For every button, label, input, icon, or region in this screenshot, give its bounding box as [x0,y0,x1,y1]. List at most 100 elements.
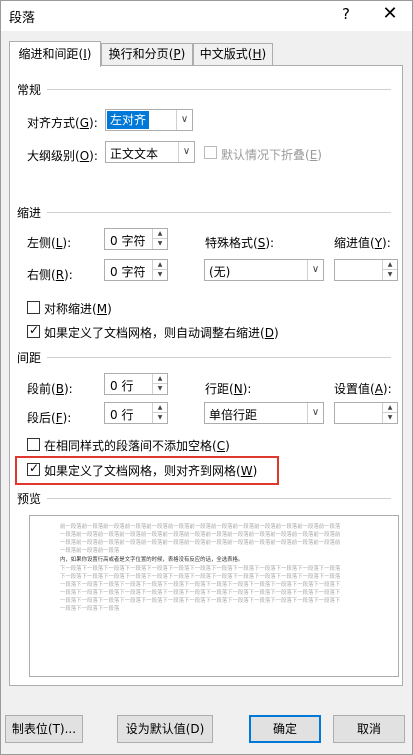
spin-up-icon[interactable]: ▲ [383,403,397,413]
right-indent-spinner[interactable]: 0 字符 ▲ ▼ [104,259,168,281]
tab-line-page-breaks-key: P [173,47,181,61]
no-space-key: C [216,439,226,453]
spin-down-icon[interactable]: ▼ [153,384,167,394]
general-heading: 常规 [17,83,42,97]
snap-to-grid-label-text: 如果定义了文档网格，则对齐到网格 [44,464,237,478]
collapse-label-text: 默认情况下折叠 [221,148,306,162]
no-space-label-text: 在相同样式的段落间不添加空格 [44,439,213,453]
space-before-label-text: 段前 [27,382,52,396]
space-before-value: 0 行 [110,379,134,393]
no-space-label: 在相同样式的段落间不添加空格(C) [44,439,230,453]
line-spacing-key: N [233,382,243,396]
chevron-down-icon: ∨ [307,260,323,280]
special-indent-select[interactable]: (无) ∨ [204,259,324,281]
tabs-button[interactable]: 制表位(T)... [5,715,83,743]
left-indent-label-text: 左侧 [27,236,52,250]
tab-line-page-breaks-label: 换行和分页 [108,47,169,61]
left-indent-spinner[interactable]: 0 字符 ▲ ▼ [104,228,168,250]
spin-up-icon[interactable]: ▲ [383,260,397,270]
at-label: 设置值(A): [334,382,392,396]
alignment-key: G [79,116,90,130]
preview-line: 下一段落下一段落下一段落下一段落下一段落下一段落下一段落下一段落下一段落下一段落… [60,566,341,572]
ok-button[interactable]: 确定 [249,715,321,743]
left-indent-label: 左侧(L): [27,236,72,250]
special-indent-label: 特殊格式(S): [205,236,275,250]
spin-down-icon[interactable]: ▼ [153,239,167,249]
preview-line: 一段落下一段落下一段落下一段落下一段落下一段落下一段落下一段落下一段落下一段落下… [60,582,341,588]
no-space-checkbox[interactable] [27,438,40,451]
chevron-down-icon: ∨ [176,110,192,130]
left-indent-key: L [55,236,63,250]
space-after-label-text: 段后 [27,411,52,425]
cancel-button[interactable]: 取消 [333,715,405,743]
preview-line: 下一段落下一段落下一段落下一段落下一段落下一段落下一段落下一段落下一段落下一段落… [60,574,341,580]
spacing-divider [47,357,391,358]
outline-level-select[interactable]: 正文文本 ∨ [105,141,195,163]
special-indent-label-text: 特殊格式 [205,236,254,250]
indent-heading: 缩进 [17,206,42,220]
space-before-spinner[interactable]: 0 行 ▲ ▼ [104,373,168,395]
space-after-spinner[interactable]: 0 行 ▲ ▼ [104,402,168,424]
line-spacing-label: 行距(N): [205,382,252,396]
alignment-value: 左对齐 [107,111,150,129]
indent-by-label-text: 缩进值 [334,236,371,250]
help-button[interactable]: ? [337,5,355,23]
auto-adjust-label: 如果定义了文档网格，则自动调整右缩进(D) [44,326,279,340]
space-after-key: F [55,411,63,425]
title-bar: 段落 ? ✕ [1,1,412,31]
snap-to-grid-checkbox[interactable]: ✓ [27,461,40,476]
set-default-button[interactable]: 设为默认值(D) [117,715,213,743]
spinner-buttons: ▲ ▼ [152,403,167,423]
mirror-indents-label-text: 对称缩进 [44,302,93,316]
spin-down-icon[interactable]: ▼ [383,270,397,280]
close-button[interactable]: ✕ [379,3,401,24]
line-spacing-select[interactable]: 单倍行距 ∨ [204,402,324,424]
left-indent-value: 0 字符 [110,234,146,248]
auto-adjust-key: D [264,326,274,340]
dialog-title: 段落 [9,11,36,26]
mirror-indents-checkbox[interactable] [27,301,40,314]
outline-level-key: O [79,149,90,163]
preview-line: 一段落前一段落前一段落前一段落前一段落前一段落前一段落前一段落前一段落前一段落前… [60,540,341,546]
spacing-heading: 间距 [17,351,42,365]
outline-level-value: 正文文本 [110,147,159,161]
preview-sample-text: 内，如果你设置行高或者是文字位置的时候，表格没有反应的话，全选表格。 [60,557,244,563]
alignment-label: 对齐方式(G): [27,116,98,130]
outline-level-label: 大纲级别(O): [27,149,98,163]
spin-up-icon[interactable]: ▲ [153,229,167,239]
spinner-buttons: ▲ ▼ [382,403,397,423]
tab-indents-spacing-key: I [83,47,87,61]
special-indent-value: (无) [209,265,231,279]
spin-down-icon[interactable]: ▼ [153,270,167,280]
spin-up-icon[interactable]: ▲ [153,374,167,384]
snap-to-grid-key: W [240,464,253,478]
alignment-select[interactable]: 左对齐 ∨ [105,109,193,131]
chevron-down-icon: ∨ [178,142,194,162]
collapse-checkbox[interactable] [204,146,217,159]
tab-line-page-breaks[interactable]: 换行和分页(P) [101,43,193,65]
outline-level-label-text: 大纲级别 [27,149,76,163]
spin-down-icon[interactable]: ▼ [383,413,397,423]
indent-by-spinner[interactable]: ▲ ▼ [334,259,398,281]
spin-up-icon[interactable]: ▲ [153,260,167,270]
space-after-label: 段后(F): [27,411,72,425]
checkmark-icon: ✓ [29,461,40,475]
tab-asian-typography-label: 中文版式 [199,47,248,61]
tab-asian-typography-key: H [252,47,262,61]
tab-indents-spacing[interactable]: 缩进和间距(I) [9,41,101,67]
at-spinner[interactable]: ▲ ▼ [334,402,398,424]
auto-adjust-checkbox[interactable]: ✓ [27,323,40,338]
at-label-text: 设置值 [334,382,371,396]
space-before-key: B [55,382,64,396]
tab-asian-typography[interactable]: 中文版式(H) [193,43,273,65]
spinner-buttons: ▲ ▼ [152,260,167,280]
alignment-label-text: 对齐方式 [27,116,76,130]
mirror-indents-label: 对称缩进(M) [44,302,112,316]
spinner-buttons: ▲ ▼ [152,374,167,394]
preview-line: 一段落前一段落前一段落前一段落前一段落前一段落前一段落前一段落前一段落前一段落前… [60,532,341,538]
spin-down-icon[interactable]: ▼ [153,413,167,423]
preview-line: 一段落下一段落下一段落 [60,606,120,612]
spin-up-icon[interactable]: ▲ [153,403,167,413]
collapse-key: E [309,148,318,162]
right-indent-label-text: 右侧 [27,268,52,282]
